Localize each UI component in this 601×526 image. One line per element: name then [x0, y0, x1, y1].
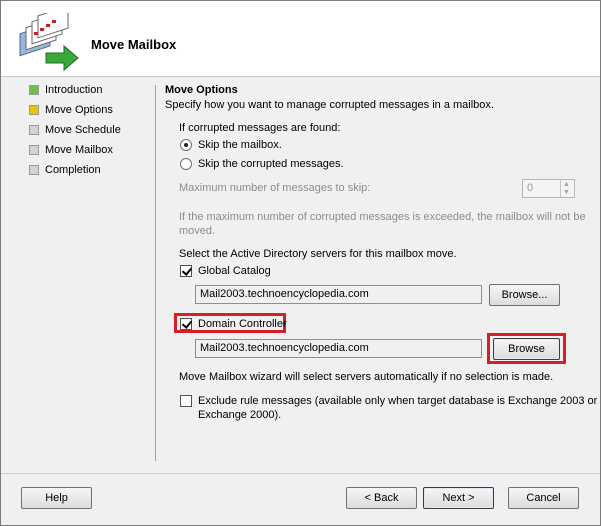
step-current-indicator: [29, 105, 39, 115]
skip-mailbox-label[interactable]: Skip the mailbox.: [198, 138, 282, 152]
global-catalog-label[interactable]: Global Catalog: [198, 264, 271, 278]
max-messages-spinner[interactable]: 0 ▲ ▼: [522, 179, 575, 198]
domain-controller-checkbox[interactable]: [180, 318, 192, 330]
step-label: Move Schedule: [45, 124, 121, 136]
wizard-title: Move Mailbox: [91, 37, 177, 52]
wizard-header: Move Mailbox: [1, 1, 600, 77]
footer-divider: [1, 473, 600, 474]
move-mailbox-wizard-icon: [19, 13, 79, 72]
next-button[interactable]: Next >: [423, 487, 494, 509]
spinner-up-icon[interactable]: ▲: [563, 181, 570, 188]
exclude-rule-messages-label-cont[interactable]: Exchange 2000).: [198, 408, 281, 422]
auto-select-note: Move Mailbox wizard will select servers …: [179, 371, 554, 383]
exclude-rule-messages-label[interactable]: Exclude rule messages (available only wh…: [198, 394, 597, 408]
exceeded-note: If the maximum number of corrupted messa…: [179, 211, 586, 223]
section-description: Specify how you want to manage corrupted…: [165, 99, 494, 111]
step-label: Move Options: [45, 104, 113, 116]
spinner-arrows[interactable]: ▲ ▼: [560, 180, 574, 197]
domain-controller-field[interactable]: Mail2003.technoencyclopedia.com: [195, 339, 482, 358]
step-label: Introduction: [45, 84, 103, 96]
step-pending-indicator: [29, 165, 39, 175]
step-label: Completion: [45, 164, 101, 176]
cancel-button[interactable]: Cancel: [508, 487, 579, 509]
exclude-rule-messages-checkbox[interactable]: [180, 395, 192, 407]
help-button[interactable]: Help: [21, 487, 92, 509]
nav-divider: [155, 85, 156, 461]
spinner-down-icon[interactable]: ▼: [563, 189, 570, 196]
step-pending-indicator: [29, 145, 39, 155]
step-complete-indicator: [29, 85, 39, 95]
max-messages-label: Maximum number of messages to skip:: [179, 182, 371, 194]
skip-mailbox-radio[interactable]: [180, 139, 192, 151]
skip-messages-radio[interactable]: [180, 158, 192, 170]
global-catalog-checkbox[interactable]: [180, 265, 192, 277]
back-button[interactable]: < Back: [346, 487, 417, 509]
step-pending-indicator: [29, 125, 39, 135]
corrupted-messages-label: If corrupted messages are found:: [179, 122, 341, 134]
global-catalog-browse-button[interactable]: Browse...: [489, 284, 560, 306]
step-label: Move Mailbox: [45, 144, 113, 156]
section-title: Move Options: [165, 84, 238, 96]
ad-servers-label: Select the Active Directory servers for …: [179, 248, 457, 260]
exceeded-note-cont: moved.: [179, 225, 216, 237]
domain-controller-browse-button[interactable]: Browse: [493, 338, 560, 360]
max-messages-value: 0: [527, 182, 534, 194]
move-mailbox-wizard-window: Move Mailbox Introduction Move Options M…: [0, 0, 601, 526]
skip-messages-label[interactable]: Skip the corrupted messages.: [198, 157, 344, 171]
global-catalog-field[interactable]: Mail2003.technoencyclopedia.com: [195, 285, 482, 304]
domain-controller-label[interactable]: Domain Controller: [198, 317, 287, 331]
